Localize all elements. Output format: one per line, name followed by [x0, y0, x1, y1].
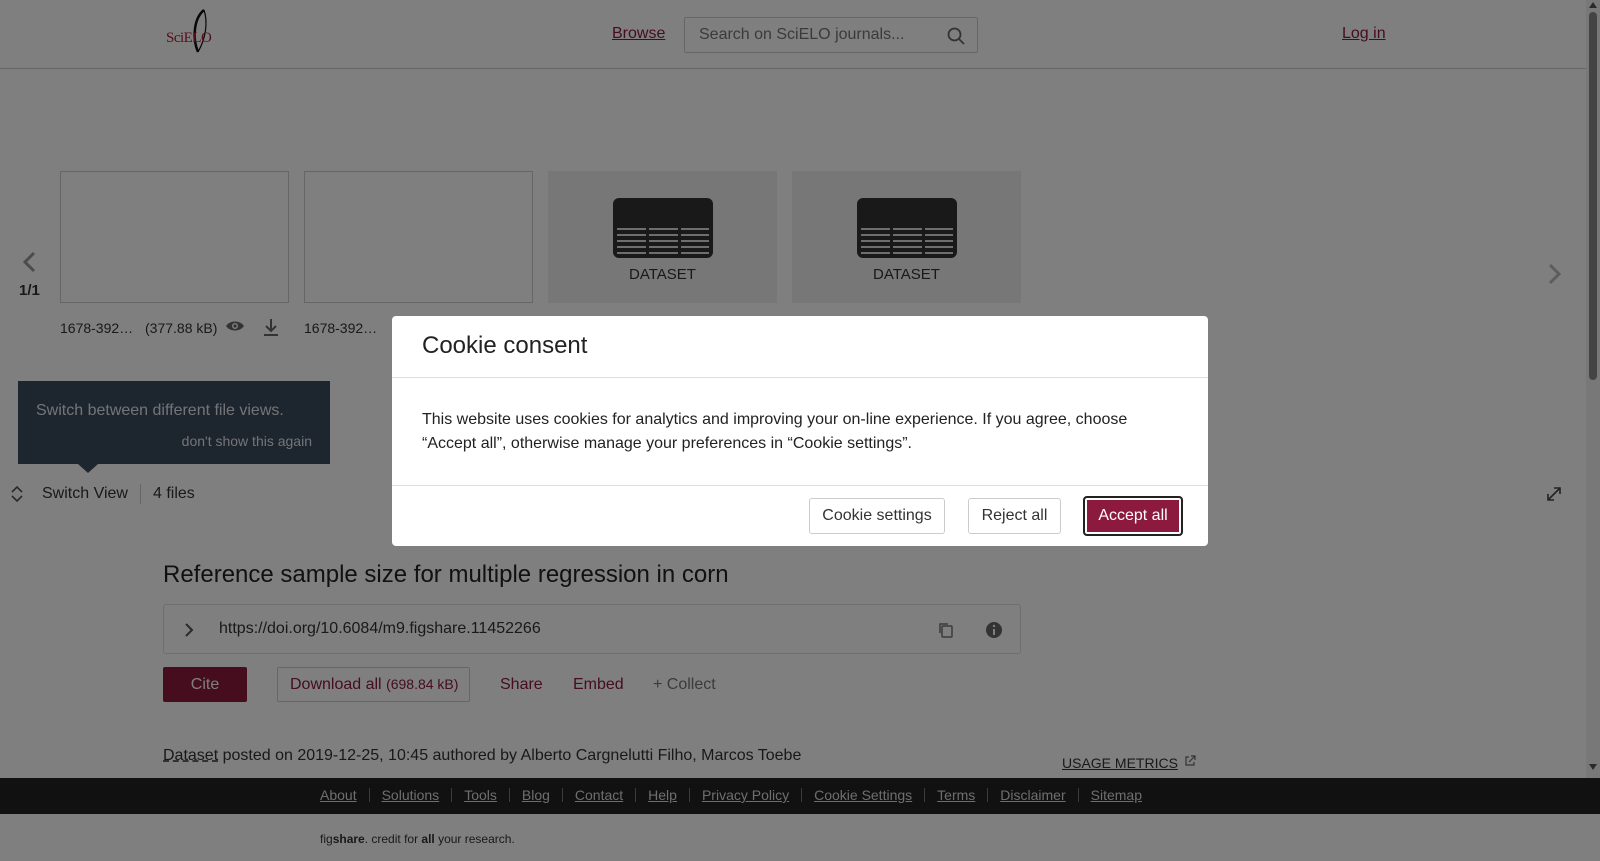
reject-all-button[interactable]: Reject all: [968, 498, 1061, 534]
dialog-footer: Cookie settings Reject all Accept all: [392, 485, 1208, 546]
accept-all-button[interactable]: Accept all: [1083, 496, 1183, 536]
modal-backdrop: Cookie consent This website uses cookies…: [0, 0, 1600, 861]
dialog-body: This website uses cookies for analytics …: [422, 411, 1128, 452]
cookie-consent-dialog: Cookie consent This website uses cookies…: [392, 316, 1208, 546]
dialog-title: Cookie consent: [422, 332, 588, 359]
dialog-header: Cookie consent: [392, 316, 1208, 378]
cookie-settings-button[interactable]: Cookie settings: [809, 498, 945, 534]
